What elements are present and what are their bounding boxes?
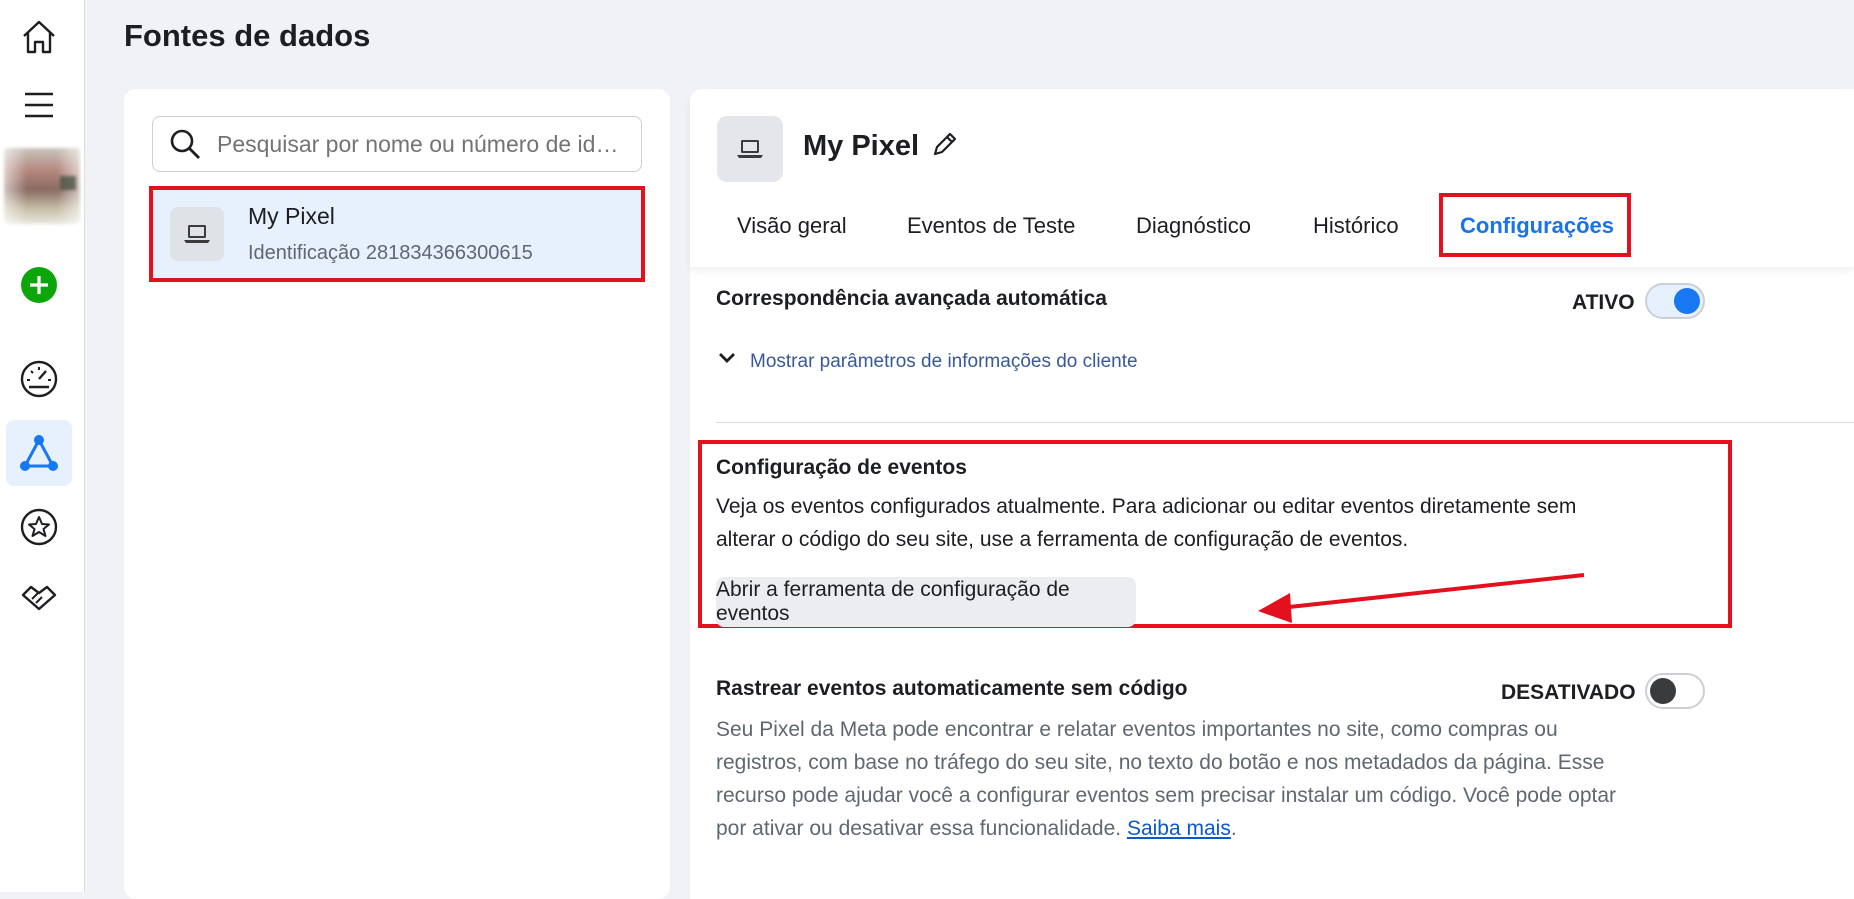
list-item-name: My Pixel <box>248 203 335 229</box>
data-sources-list-panel: My Pixel Identificação 281834366300615 <box>124 89 670 899</box>
auto-tracking-status: DESATIVADO <box>1501 681 1636 704</box>
learn-more-link[interactable]: Saiba mais <box>1127 817 1231 840</box>
event-setup-desc-2: alterar o código do seu site, use a ferr… <box>716 528 1409 551</box>
list-item-id: Identificação 281834366300615 <box>248 242 533 264</box>
advanced-matching-status: ATIVO <box>1572 291 1635 314</box>
pencil-icon[interactable] <box>930 129 960 159</box>
pixel-detail-panel: My Pixel Visão geral Eventos de Teste Di… <box>690 89 1854 899</box>
search-icon <box>169 127 203 161</box>
speedometer-icon[interactable] <box>6 346 72 412</box>
event-setup-desc-1: Veja os eventos configurados atualmente.… <box>716 495 1577 518</box>
left-nav-rail <box>0 0 85 892</box>
section-divider <box>716 422 1854 423</box>
page-title: Fontes de dados <box>124 18 371 53</box>
tab-visao-geral[interactable]: Visão geral <box>737 213 847 239</box>
search-input[interactable] <box>215 129 629 159</box>
search-box[interactable] <box>152 116 642 172</box>
auto-tracking-title: Rastrear eventos automaticamente sem cód… <box>716 677 1188 700</box>
show-customer-params-link[interactable]: Mostrar parâmetros de informações do cli… <box>750 351 1138 373</box>
home-icon[interactable] <box>6 4 72 70</box>
events-manager-icon[interactable] <box>6 420 72 486</box>
pixel-title: My Pixel <box>803 130 920 162</box>
advanced-matching-toggle[interactable] <box>1645 283 1705 319</box>
period-text: . <box>1230 817 1237 840</box>
annotation-arrow <box>1258 573 1585 623</box>
menu-icon[interactable] <box>6 72 72 138</box>
chevron-down-icon[interactable] <box>718 351 736 370</box>
auto-tracking-desc-4-row: por ativar ou desativar essa funcionalid… <box>716 812 1237 845</box>
list-item-my-pixel[interactable]: My Pixel Identificação 281834366300615 <box>152 189 642 279</box>
tab-historico[interactable]: Histórico <box>1313 213 1399 239</box>
star-icon[interactable] <box>6 494 72 560</box>
auto-tracking-desc-4: por ativar ou desativar essa funcionalid… <box>716 817 1122 840</box>
avatar[interactable] <box>4 148 80 224</box>
auto-tracking-toggle[interactable] <box>1645 673 1705 709</box>
laptop-icon <box>170 207 224 261</box>
auto-tracking-desc-1: Seu Pixel da Meta pode encontrar e relat… <box>716 718 1558 741</box>
tab-configuracoes[interactable]: Configurações <box>1460 213 1614 239</box>
auto-tracking-desc-3: recurso pode ajudar você a configurar ev… <box>716 784 1617 807</box>
advanced-matching-title: Correspondência avançada automática <box>716 287 1107 310</box>
auto-tracking-desc-2: registros, com base no tráfego do seu si… <box>716 751 1605 774</box>
tab-diagnostico[interactable]: Diagnóstico <box>1136 213 1251 239</box>
handshake-icon[interactable] <box>6 564 72 630</box>
laptop-icon <box>717 116 783 182</box>
add-icon[interactable] <box>6 252 72 318</box>
event-setup-title: Configuração de eventos <box>716 456 967 479</box>
detail-header: My Pixel Visão geral Eventos de Teste Di… <box>690 89 1854 267</box>
open-event-setup-tool-button[interactable]: Abrir a ferramenta de configuração de ev… <box>716 577 1136 627</box>
tab-eventos-de-teste[interactable]: Eventos de Teste <box>907 213 1075 239</box>
